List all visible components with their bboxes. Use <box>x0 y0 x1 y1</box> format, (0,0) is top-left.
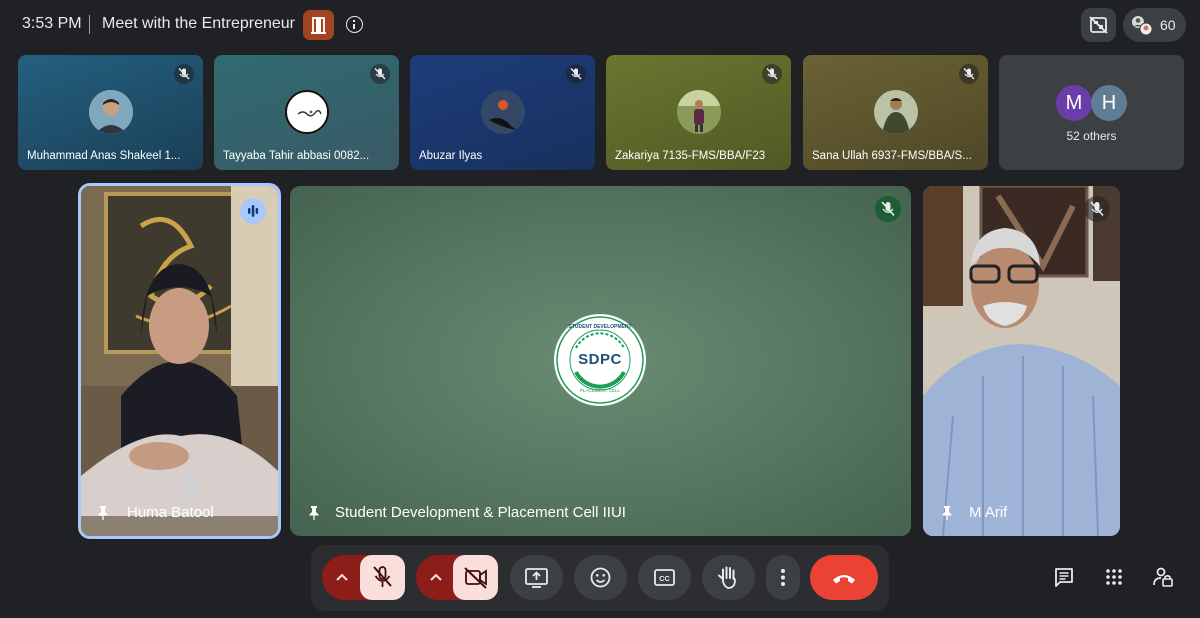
mic-off-icon <box>1084 196 1110 222</box>
participant-tile[interactable]: Abuzar Ilyas <box>410 55 595 170</box>
more-options-button[interactable] <box>766 555 800 600</box>
participant-name: Tayyaba Tahir abbasi 0082... <box>223 150 370 162</box>
participant-video <box>923 186 1120 536</box>
top-bar: 3:53 PM Meet with the Entrepreneur 60 <box>0 0 1200 50</box>
participant-tile[interactable]: Sana Ullah 6937-FMS/BBA/S... <box>803 55 988 170</box>
others-tile[interactable]: M H 52 others <box>999 55 1184 170</box>
avatar <box>676 90 721 134</box>
participant-count: 60 <box>1160 17 1176 33</box>
logo-arc-bottom: PLACEMENT CELL <box>580 388 620 393</box>
captions-icon: CC <box>654 569 675 586</box>
meeting-title: Meet with the Entrepreneur <box>102 15 295 32</box>
present-button[interactable] <box>510 555 563 600</box>
chat-icon <box>1055 568 1073 587</box>
avatar-initial: H <box>1091 85 1127 121</box>
raise-hand-icon <box>718 566 736 589</box>
participant-name: Huma Batool <box>127 504 214 521</box>
participant-tile[interactable]: Zakariya 7135-FMS/BBA/F23 <box>606 55 791 170</box>
activities-button[interactable] <box>1097 560 1131 594</box>
call-controls: CC <box>311 545 889 611</box>
avatar <box>480 90 525 134</box>
mic-off-icon <box>566 64 586 84</box>
mic-off-icon <box>370 64 390 84</box>
raise-hand-button[interactable] <box>702 555 755 600</box>
activities-icon <box>1106 569 1122 585</box>
people-button[interactable]: 60 <box>1123 8 1186 42</box>
host-controls-button[interactable] <box>1146 560 1180 594</box>
chat-button[interactable] <box>1047 560 1081 594</box>
divider <box>89 15 90 34</box>
present-screen-icon <box>525 568 548 588</box>
end-call-icon <box>833 575 855 584</box>
camera-toggle-button[interactable] <box>453 555 498 600</box>
reactions-button[interactable] <box>574 555 627 600</box>
no-video-tiles-icon <box>1089 16 1108 34</box>
chevron-up-icon <box>336 573 348 581</box>
logo-arc-top: STUDENT DEVELOPMENT <box>568 324 632 330</box>
mic-toggle-button[interactable] <box>360 555 405 600</box>
participant-name: Muhammad Anas Shakeel 1... <box>27 150 181 162</box>
participant-tile[interactable]: Tayyaba Tahir abbasi 0082... <box>214 55 399 170</box>
chevron-up-icon <box>430 573 442 581</box>
participant-video-tile[interactable]: SDPC STUDENT DEVELOPMENT PLACEMENT CELL … <box>290 186 911 536</box>
mic-off-icon <box>875 196 901 222</box>
avatar <box>88 90 133 134</box>
logo-text: SDPC <box>578 351 622 368</box>
avatar <box>873 90 918 134</box>
avatar-initial: M <box>1056 85 1092 121</box>
meeting-time: 3:53 PM <box>22 15 82 32</box>
leave-call-button[interactable] <box>810 555 878 600</box>
hide-tiles-button[interactable] <box>1081 8 1116 42</box>
camera-off-icon <box>464 567 487 589</box>
mic-off-icon <box>373 566 392 587</box>
participant-name: Zakariya 7135-FMS/BBA/F23 <box>615 150 766 162</box>
pin-icon[interactable] <box>97 506 109 520</box>
participant-name: Sana Ullah 6937-FMS/BBA/S... <box>812 150 972 162</box>
host-controls-icon <box>1153 567 1173 587</box>
people-avatars-icon <box>1132 16 1153 36</box>
avatar <box>284 90 329 134</box>
pin-icon[interactable] <box>941 506 953 520</box>
more-vert-icon <box>781 569 785 586</box>
participant-video-tile[interactable]: M Arif <box>923 186 1120 536</box>
speaking-indicator-icon <box>240 198 266 224</box>
mic-off-icon <box>959 64 979 84</box>
mic-off-icon <box>762 64 782 84</box>
participant-tile[interactable]: Muhammad Anas Shakeel 1... <box>18 55 203 170</box>
participant-video <box>81 186 278 536</box>
others-count-label: 52 others <box>1066 129 1117 143</box>
captions-button[interactable]: CC <box>638 555 691 600</box>
pin-icon[interactable] <box>308 506 320 520</box>
sdpc-logo: SDPC STUDENT DEVELOPMENT PLACEMENT CELL <box>554 314 646 406</box>
meeting-door-button[interactable] <box>303 10 334 40</box>
participant-video-tile[interactable]: Huma Batool <box>78 183 281 539</box>
emoji-icon <box>590 567 611 588</box>
mic-off-icon <box>174 64 194 84</box>
door-icon <box>311 17 326 34</box>
participant-name: Abuzar Ilyas <box>419 150 483 162</box>
participant-name: Student Development & Placement Cell IIU… <box>335 504 626 521</box>
meeting-info-icon[interactable] <box>346 16 363 33</box>
participant-name: M Arif <box>969 504 1008 521</box>
svg-text:CC: CC <box>659 574 670 583</box>
